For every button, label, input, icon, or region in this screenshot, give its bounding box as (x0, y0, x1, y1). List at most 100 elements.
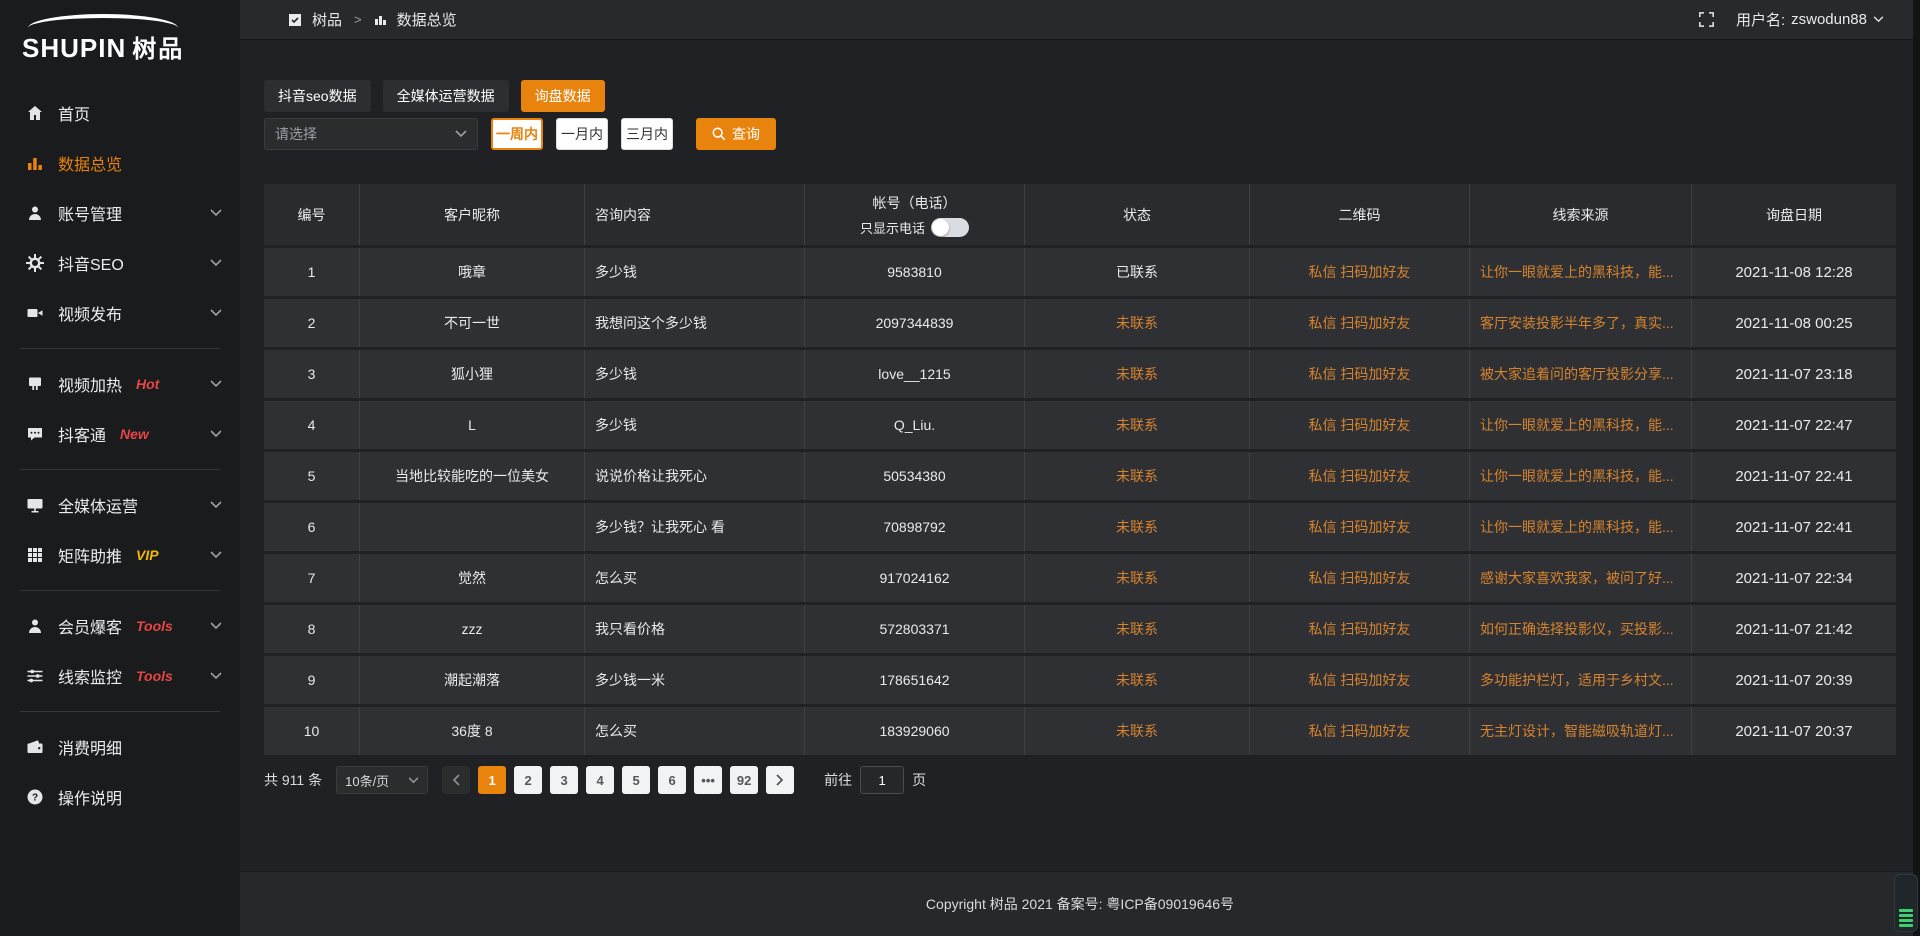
tab-omnimedia-operation-data[interactable]: 全媒体运营数据 (383, 80, 509, 112)
tab-inquiry-data[interactable]: 询盘数据 (521, 80, 605, 112)
sidebar-item-video-heating[interactable]: 视频加热 Hot (0, 359, 240, 409)
cell-id: 9 (264, 656, 360, 704)
col-header-account-label: 帐号（电话） (805, 193, 1024, 213)
cell-content: 多少钱？让我死心 看 (585, 503, 805, 551)
goto-page-input[interactable] (860, 766, 904, 794)
chevron-down-icon (210, 501, 222, 509)
widget-bar (1899, 909, 1913, 912)
sidebar-item-data-overview[interactable]: 数据总览 (0, 138, 240, 188)
cell-qrcode-link[interactable]: 私信 扫码加好友 (1250, 656, 1470, 704)
sidebar-item-label: 账号管理 (58, 201, 122, 225)
page-button-2[interactable]: 2 (514, 766, 542, 794)
range-button-month[interactable]: 一月内 (556, 118, 608, 150)
vip-badge: VIP (136, 547, 159, 563)
page-ellipsis-button[interactable]: ••• (694, 766, 722, 794)
tab-douyin-seo-data[interactable]: 抖音seo数据 (264, 80, 371, 112)
next-page-button[interactable] (766, 766, 794, 794)
page-button-5[interactable]: 5 (622, 766, 650, 794)
username-label: 用户名: (1736, 9, 1785, 30)
breadcrumb-root[interactable]: 树品 (312, 9, 342, 30)
cell-nickname: 当地比较能吃的一位美女 (360, 452, 585, 500)
svg-text:?: ? (32, 793, 38, 804)
sidebar-item-matrix-boost[interactable]: 矩阵助推 VIP (0, 530, 240, 580)
table-row: 3 狐小狸 多少钱 love__1215 未联系 私信 扫码加好友 被大家追着问… (264, 350, 1896, 398)
cell-date: 2021-11-08 12:28 (1692, 248, 1896, 296)
cell-source-link[interactable]: 让你一眼就爱上的黑科技，能... (1470, 452, 1692, 500)
cell-id: 1 (264, 248, 360, 296)
cell-source-link[interactable]: 让你一眼就爱上的黑科技，能... (1470, 401, 1692, 449)
cell-source-link[interactable]: 多功能护栏灯，适用于乡村文... (1470, 656, 1692, 704)
cell-qrcode-link[interactable]: 私信 扫码加好友 (1250, 503, 1470, 551)
fullscreen-icon[interactable] (1699, 12, 1714, 27)
logo-text-cn: 树品 (132, 36, 184, 63)
sidebar-item-home[interactable]: 首页 (0, 88, 240, 138)
breadcrumb-current[interactable]: 数据总览 (397, 9, 457, 30)
user-icon (26, 617, 44, 635)
cell-qrcode-link[interactable]: 私信 扫码加好友 (1250, 401, 1470, 449)
cell-qrcode-link[interactable]: 私信 扫码加好友 (1250, 350, 1470, 398)
col-header-status: 状态 (1025, 184, 1250, 245)
page-button-6[interactable]: 6 (658, 766, 686, 794)
cell-source-link[interactable]: 让你一眼就爱上的黑科技，能... (1470, 503, 1692, 551)
sidebar-item-video-publish[interactable]: 视频发布 (0, 288, 240, 338)
logo-arc (28, 14, 178, 28)
sidebar-item-account-management[interactable]: 账号管理 (0, 188, 240, 238)
col-header-content: 咨询内容 (585, 184, 805, 245)
cell-qrcode-link[interactable]: 私信 扫码加好友 (1250, 707, 1470, 755)
page-button-92[interactable]: 92 (730, 766, 758, 794)
cell-nickname (360, 503, 585, 551)
cell-status: 未联系 (1025, 605, 1250, 653)
phone-only-label: 只显示电话 (860, 218, 925, 237)
sidebar-item-consumption-details[interactable]: 消费明细 (0, 722, 240, 772)
chevron-down-icon (1873, 16, 1884, 23)
cell-source-link[interactable]: 感谢大家喜欢我家，被问了好... (1470, 554, 1692, 602)
sidebar-item-omnimedia-operation[interactable]: 全媒体运营 (0, 480, 240, 530)
sidebar-item-douyin-seo[interactable]: 抖音SEO (0, 238, 240, 288)
cell-status: 已联系 (1025, 248, 1250, 296)
sidebar-item-label: 消费明细 (58, 735, 122, 759)
page-size-select[interactable]: 10条/页 (336, 766, 428, 794)
cell-content: 多少钱一米 (585, 656, 805, 704)
cell-qrcode-link[interactable]: 私信 扫码加好友 (1250, 605, 1470, 653)
sidebar-item-operation-guide[interactable]: ? 操作说明 (0, 772, 240, 822)
inquiry-table: 编号 客户昵称 咨询内容 帐号（电话） 只显示电话 状态 二维码 线索来源 (264, 181, 1896, 758)
cell-status: 未联系 (1025, 299, 1250, 347)
user-menu[interactable]: 用户名: zswodun88 (1736, 9, 1884, 30)
cell-source-link[interactable]: 被大家追着问的客厅投影分享... (1470, 350, 1692, 398)
cell-source-link[interactable]: 让你一眼就爱上的黑科技，能... (1470, 248, 1692, 296)
sliders-icon (26, 667, 44, 685)
chevron-down-icon (455, 130, 467, 138)
prev-page-button[interactable] (442, 766, 470, 794)
cell-source-link[interactable]: 如何正确选择投影仪，买投影... (1470, 605, 1692, 653)
cell-nickname: L (360, 401, 585, 449)
page-button-3[interactable]: 3 (550, 766, 578, 794)
page-button-4[interactable]: 4 (586, 766, 614, 794)
cell-date: 2021-11-07 22:34 (1692, 554, 1896, 602)
sidebar-item-member-baoke[interactable]: 会员爆客 Tools (0, 601, 240, 651)
query-button[interactable]: 查询 (696, 118, 776, 150)
phone-only-toggle[interactable] (931, 218, 969, 237)
floating-widget[interactable] (1894, 874, 1918, 932)
cell-qrcode-link[interactable]: 私信 扫码加好友 (1250, 299, 1470, 347)
cell-source-link[interactable]: 客厅安装投影半年多了，真实... (1470, 299, 1692, 347)
page-button-1[interactable]: 1 (478, 766, 506, 794)
sidebar-divider (20, 590, 220, 591)
sidebar-item-doukaitong[interactable]: 抖客通 New (0, 409, 240, 459)
range-button-week[interactable]: 一周内 (491, 118, 543, 150)
sidebar-item-lead-monitoring[interactable]: 线索监控 Tools (0, 651, 240, 701)
cell-qrcode-link[interactable]: 私信 扫码加好友 (1250, 554, 1470, 602)
range-button-3months[interactable]: 三月内 (621, 118, 673, 150)
scrollbar-track[interactable] (1913, 0, 1920, 936)
logo-text-en: SHUPIN (22, 33, 126, 63)
cell-source-link[interactable]: 无主灯设计，智能磁吸轨道灯... (1470, 707, 1692, 755)
cell-status: 未联系 (1025, 503, 1250, 551)
cell-qrcode-link[interactable]: 私信 扫码加好友 (1250, 248, 1470, 296)
chevron-down-icon (210, 672, 222, 680)
cell-qrcode-link[interactable]: 私信 扫码加好友 (1250, 452, 1470, 500)
table-row: 4 L 多少钱 Q_Liu. 未联系 私信 扫码加好友 让你一眼就爱上的黑科技，… (264, 401, 1896, 449)
account-select[interactable]: 请选择 (264, 118, 478, 150)
cell-status: 未联系 (1025, 656, 1250, 704)
brand-logo: SHUPIN树品 (0, 8, 240, 74)
page-size-value: 10条/页 (345, 771, 389, 790)
sidebar-item-label: 视频发布 (58, 301, 122, 325)
